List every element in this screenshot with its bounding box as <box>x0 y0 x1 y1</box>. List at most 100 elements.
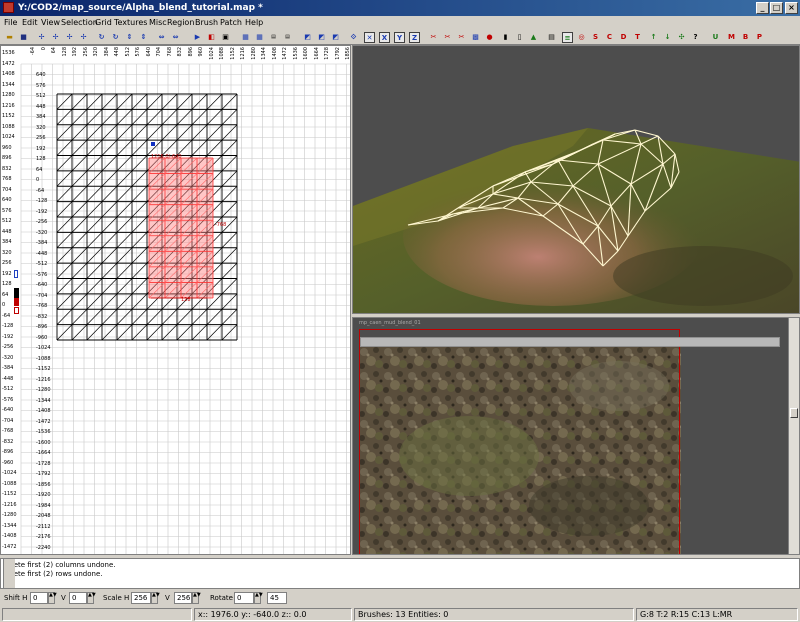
grid-canvas[interactable] <box>1 46 351 555</box>
view-change-icon[interactable]: ▤ <box>268 32 279 43</box>
clipper-icon[interactable]: ▦ <box>240 32 251 43</box>
rotate-field[interactable]: 0 <box>234 592 254 604</box>
camera-view-icon[interactable]: ▦ <box>254 32 265 43</box>
filter-icon[interactable]: ✣ <box>676 32 687 43</box>
scale-v-spinner[interactable]: ▲▼ <box>192 592 201 604</box>
m-button[interactable]: M <box>726 32 737 43</box>
insert-column-icon[interactable]: ✂ <box>442 32 453 43</box>
shift-h-spinner[interactable]: ▲▼ <box>48 592 57 604</box>
patch-diagonal <box>161 109 178 125</box>
ruler-tick: 896 <box>2 155 12 161</box>
shift-v-label: V <box>61 594 66 602</box>
xy-view-button[interactable]: ✕ <box>364 32 375 43</box>
select-touching-icon[interactable]: ⇕ <box>138 32 149 43</box>
texture-scroll-thumb[interactable] <box>790 408 798 418</box>
menu-misc[interactable]: Misc <box>149 18 167 27</box>
brush-tool-icon[interactable]: ◩ <box>330 32 341 43</box>
select-brush-icon[interactable]: ◩ <box>302 32 313 43</box>
menu-selection[interactable]: Selection <box>61 18 98 27</box>
texture-lock-icon[interactable]: ▤ <box>546 32 557 43</box>
menu-edit[interactable]: Edit <box>22 18 38 27</box>
patch-diagonal <box>101 232 118 248</box>
app-icon[interactable] <box>3 2 14 13</box>
patch-diagonal <box>131 186 148 202</box>
t-button[interactable]: T <box>632 32 643 43</box>
delete-column-icon[interactable]: ✂ <box>456 32 467 43</box>
texture-view-icon[interactable]: ▤ <box>282 32 293 43</box>
z-marker-top <box>14 270 18 278</box>
x-view-button[interactable]: X <box>379 32 390 43</box>
scale-h-spinner[interactable]: ▲▼ <box>151 592 160 604</box>
u-button[interactable]: U <box>710 32 721 43</box>
patch-diagonal <box>146 324 163 341</box>
rotate-z-icon[interactable]: ↻ <box>110 32 121 43</box>
grid-2d-view[interactable]: 1536 1472 1408 1344 1280 1216 1152 1088 1024 960 8… <box>0 45 351 555</box>
camera-3d-view[interactable] <box>352 45 800 314</box>
patch-inspector-icon[interactable]: ▮ <box>500 32 511 43</box>
status-counts: Brushes: 13 Entities: 0 <box>354 608 634 621</box>
menu-file[interactable]: File <box>4 18 17 27</box>
rotate-y-icon[interactable]: ✢ <box>78 32 89 43</box>
patch-redisperse-icon[interactable]: ● <box>484 32 495 43</box>
texture-browser[interactable]: mp_caen_mud_blend_01 <box>352 317 800 555</box>
open-folder-icon[interactable]: ▬ <box>4 32 15 43</box>
help-icon[interactable]: ? <box>690 32 701 43</box>
menu-brush[interactable]: Brush <box>195 18 218 27</box>
patch-diagonal <box>146 309 163 325</box>
select-partial-icon[interactable]: ⇔ <box>156 32 167 43</box>
scale-v-field[interactable]: 256 <box>174 592 192 604</box>
shift-h-field[interactable]: 0 <box>30 592 48 604</box>
entity-list-icon[interactable]: ≡ <box>562 32 573 43</box>
hollow-icon[interactable]: ▣ <box>220 32 231 43</box>
flip-y-icon[interactable]: ✢ <box>64 32 75 43</box>
patch-diagonal <box>131 262 148 279</box>
terrain-render[interactable] <box>353 46 800 314</box>
y-view-button[interactable]: Y <box>394 32 405 43</box>
console-output[interactable]: delete first (2) columns undone. delete … <box>0 558 800 589</box>
menu-patch[interactable]: Patch <box>220 18 242 27</box>
rotate-spinner[interactable]: ▲▼ <box>254 592 263 604</box>
scale-h-field[interactable]: 256 <box>131 592 151 604</box>
save-disk-icon[interactable]: ■ <box>18 32 29 43</box>
menu-region[interactable]: Region <box>167 18 194 27</box>
menu-grid[interactable]: Grid <box>95 18 112 27</box>
rotate-x-icon[interactable]: ✢ <box>50 32 61 43</box>
texture-filter-bar[interactable] <box>360 337 780 347</box>
shift-v-field[interactable]: 0 <box>69 592 87 604</box>
coordinate-label: -896 <box>36 324 48 330</box>
p-button[interactable]: P <box>754 32 765 43</box>
lighting-icon[interactable]: ▲ <box>528 32 539 43</box>
rotate-step-field[interactable]: 45 <box>267 592 287 604</box>
shift-v-spinner[interactable]: ▲▼ <box>87 592 96 604</box>
flip-z-icon[interactable]: ↻ <box>96 32 107 43</box>
scale-lock-icon[interactable]: ◎ <box>576 32 587 43</box>
b-button[interactable]: B <box>740 32 751 43</box>
d-button[interactable]: D <box>618 32 629 43</box>
patch-wireframe-icon[interactable]: ▩ <box>470 32 481 43</box>
minimize-button[interactable]: _ <box>756 2 769 14</box>
arrow-down-icon[interactable]: ↓ <box>662 32 673 43</box>
menu-textures[interactable]: Textures <box>114 18 147 27</box>
menu-view[interactable]: View <box>41 18 60 27</box>
select-inside-icon[interactable]: ⇔ <box>170 32 181 43</box>
z-view-button[interactable]: Z <box>409 32 420 43</box>
texture-scrollbar[interactable] <box>788 318 799 554</box>
flip-x-icon[interactable]: ✢ <box>36 32 47 43</box>
s-button[interactable]: S <box>590 32 601 43</box>
ruler-tick: -1280 <box>2 512 17 518</box>
patch-diagonal <box>101 247 118 264</box>
complete-tall-icon[interactable]: ⇕ <box>124 32 135 43</box>
maximize-button[interactable]: □ <box>770 2 783 14</box>
close-button[interactable]: × <box>785 2 798 14</box>
csg-merge-icon[interactable]: ◧ <box>206 32 217 43</box>
cubic-clip-icon[interactable]: ⟐ <box>348 32 359 43</box>
patch-bend-icon[interactable]: ✂ <box>428 32 439 43</box>
csg-subtract-icon[interactable]: ▶ <box>192 32 203 43</box>
ruler-tick: -704 <box>2 417 14 424</box>
show-entities-icon[interactable]: ▯ <box>514 32 525 43</box>
view-entity-icon[interactable]: ◩ <box>316 32 327 43</box>
menu-help[interactable]: Help <box>245 18 263 27</box>
arrow-up-icon[interactable]: ↑ <box>648 32 659 43</box>
console-scrollbar[interactable] <box>3 559 15 588</box>
c-button[interactable]: C <box>604 32 615 43</box>
